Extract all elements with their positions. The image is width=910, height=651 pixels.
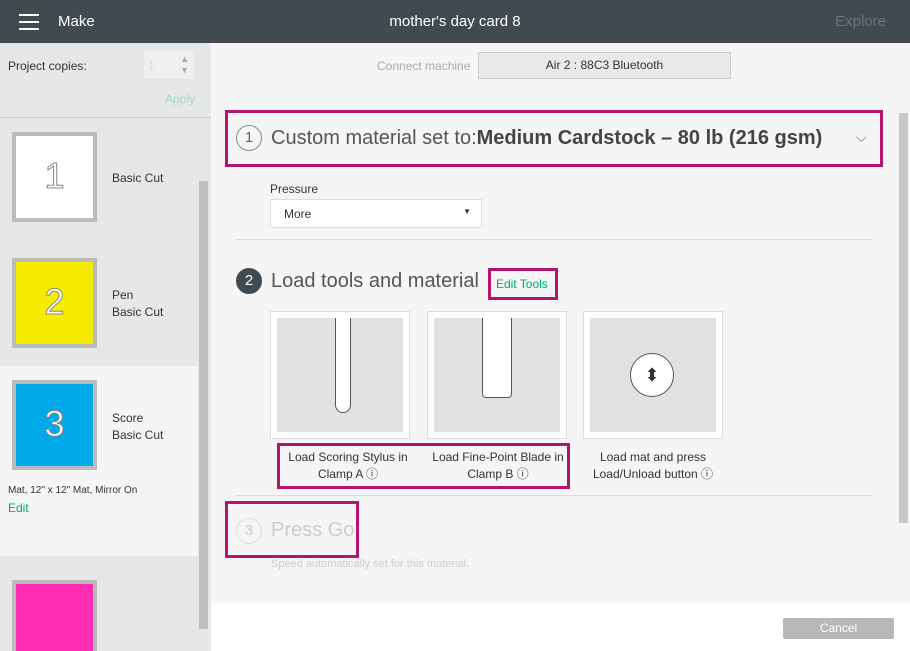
mat-thumbnail [12,580,97,651]
step2-title: Load tools and material [271,270,479,292]
mat-item-2[interactable]: 2 Pen Basic Cut [0,244,198,360]
fine-point-blade-image [427,311,567,439]
mat-label: Pen Basic Cut [112,288,164,319]
main-scrollbar[interactable] [899,113,908,523]
updown-arrow-icon: ⬍ [630,353,674,397]
mat-item-3-selected[interactable]: 3 Score Basic Cut Mat, 12" x 12" Mat, Mir… [0,366,198,556]
card-caption-2: Load Fine-Point Blade in Clamp B ⓘ [432,450,564,481]
step3-title: Press Go [271,519,355,541]
sidebar-scrollbar[interactable] [199,181,208,629]
step2-number: 2 [236,268,262,294]
cancel-button[interactable]: Cancel [783,618,894,639]
mat-info: Mat, 12" x 12" Mat, Mirror On [8,485,138,496]
edit-tools-link[interactable]: Edit Tools [496,277,548,291]
speed-note: Speed automatically set for this materia… [271,558,470,570]
sidebar: Project copies: 1 ▲ ▼ Apply 1 Basic Cut 2 … [0,43,211,651]
project-copies-stepper[interactable]: 1 ▲ ▼ [144,51,194,79]
divider [236,495,872,496]
mat-label: Score Basic Cut [112,411,164,442]
step1-title: Custom material set to:Medium Cardstock … [271,127,823,149]
card-caption-3: Load mat and press Load/Unload button ⓘ [592,450,714,481]
apply-button[interactable]: Apply [165,92,195,106]
connect-machine-label: Connect machine [377,59,471,73]
explore-button[interactable]: Explore [835,13,886,30]
mat-item-4[interactable] [0,568,198,651]
mat-label: Basic Cut [112,171,164,185]
step1-number: 1 [236,125,262,151]
mat-thumbnail: 2 [12,258,97,348]
stepper-arrows-icon[interactable]: ▲ ▼ [180,54,189,76]
card-caption-1: Load Scoring Stylus in Clamp A ⓘ [288,450,408,481]
dropdown-arrow-icon: ▼ [463,207,471,216]
footer: Cancel [211,603,910,651]
mat-thumbnail: 3 [12,380,97,470]
mat-list: 1 Basic Cut 2 Pen Basic Cut 3 Score Basic … [0,118,198,651]
mat-thumbnail: 1 [12,132,97,222]
copies-value: 1 [148,59,155,73]
scoring-stylus-image [270,311,410,439]
machine-select-button[interactable]: Air 2 : 88C3 Bluetooth [478,52,731,79]
top-bar: Make mother's day card 8 Explore [0,0,910,43]
mat-item-1[interactable]: 1 Basic Cut [0,118,198,232]
project-title: mother's day card 8 [389,13,521,30]
load-button-image: ⬍ [583,311,723,439]
pressure-select[interactable]: More ▼ [270,199,482,228]
main-panel: Connect machine Air 2 : 88C3 Bluetooth 1… [211,43,910,603]
pressure-label: Pressure [270,182,319,196]
divider [236,239,872,240]
project-copies-label: Project copies: [8,59,87,73]
mat-edit-link[interactable]: Edit [8,501,29,515]
step3-number: 3 [236,518,262,544]
chevron-down-icon[interactable]: ⌵ [856,129,867,146]
